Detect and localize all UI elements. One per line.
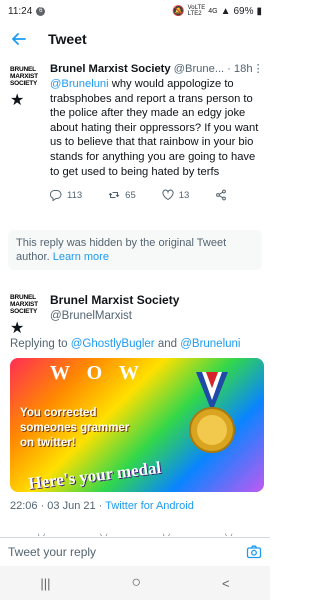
focus-tweet: BRUNEL MARXIST SOCIETY ★ Brunel Marxist So… xyxy=(0,290,270,512)
system-nav-bar: ||| ○ < xyxy=(0,566,270,600)
avatar[interactable]: BRUNEL MARXIST SOCIETY ★ xyxy=(10,66,46,109)
back-button[interactable]: < xyxy=(222,576,230,591)
author-handle[interactable]: @BrunelMarxist xyxy=(50,310,260,322)
heart-icon xyxy=(162,189,174,201)
battery-percent: 69% xyxy=(233,5,254,17)
reply-input[interactable]: Tweet your reply xyxy=(8,545,96,559)
tweet-time[interactable]: 18h xyxy=(234,63,253,75)
timestamp: 22:06 · 03 Jun 21 · xyxy=(10,500,106,512)
page-title: Tweet xyxy=(48,31,87,47)
share-icon[interactable]: ◡ xyxy=(225,528,233,536)
network-gen-label: 4G xyxy=(208,7,218,15)
star-icon: ★ xyxy=(10,320,25,337)
source-link[interactable]: Twitter for Android xyxy=(105,500,194,512)
status-bar: 11:24 6 🔕 VoLTE LTE2 4G ▲ 69% ▮ xyxy=(0,0,270,22)
image-caption: You corrected someones grammer on twitte… xyxy=(20,407,130,449)
retweet-icon xyxy=(108,192,120,199)
heart-icon[interactable]: ◡ xyxy=(162,528,170,536)
home-button[interactable]: ○ xyxy=(131,574,141,592)
retweet-button[interactable]: 65 xyxy=(108,189,136,201)
reply-tweet[interactable]: BRUNEL MARXIST SOCIETY ★ Brunel Marxist So… xyxy=(0,58,270,202)
like-count: 13 xyxy=(178,189,190,201)
author-handle[interactable]: @Brune... xyxy=(174,63,225,75)
share-icon xyxy=(216,189,227,201)
author-name[interactable]: Brunel Marxist Society xyxy=(50,63,171,75)
star-icon: ★ xyxy=(10,92,25,109)
mention-link[interactable]: @Bruneluni xyxy=(180,338,240,350)
partial-action-bar: ◡ ◡ ◡ ◡ xyxy=(10,528,260,536)
mute-icon: 🔕 xyxy=(172,5,185,17)
replying-to: Replying to @GhostlyBugler and @Brunelun… xyxy=(10,338,241,350)
medal-icon xyxy=(189,372,235,453)
separator-dot: · xyxy=(227,62,231,75)
mention-link[interactable]: @Bruneluni xyxy=(50,78,109,90)
reply-icon xyxy=(50,190,62,202)
author-name[interactable]: Brunel Marxist Society xyxy=(50,293,260,307)
image-medal-text: Here's your medal xyxy=(27,457,163,492)
status-time: 11:24 xyxy=(8,5,33,17)
image-wow-text: W O W xyxy=(50,362,145,384)
back-arrow-icon[interactable] xyxy=(8,28,30,50)
tweet-image[interactable]: W O W You corrected someones grammer on … xyxy=(10,358,264,492)
notification-badge: 6 xyxy=(36,6,46,16)
retweet-count: 65 xyxy=(125,189,136,201)
hidden-reply-notice: This reply was hidden by the original Tw… xyxy=(8,230,262,270)
tweet-text: @Bruneluni why would appologize to trabs… xyxy=(50,78,259,178)
reply-composer[interactable]: Tweet your reply xyxy=(0,537,270,566)
action-bar: 113 65 13 xyxy=(50,189,264,202)
retweet-icon[interactable]: ◡ xyxy=(100,528,108,536)
tweet-meta: 22:06 · 03 Jun 21 · Twitter for Android xyxy=(10,500,260,512)
battery-icon: ▮ xyxy=(256,5,262,17)
share-button[interactable] xyxy=(215,189,227,201)
camera-icon[interactable] xyxy=(246,544,262,560)
reply-count: 113 xyxy=(67,189,83,201)
reply-button[interactable]: 113 xyxy=(50,189,83,202)
signal-icon: ▲ xyxy=(220,5,231,17)
society-logo: BRUNEL MARXIST SOCIETY xyxy=(10,66,38,87)
recents-button[interactable]: ||| xyxy=(40,576,50,591)
like-button[interactable]: 13 xyxy=(162,189,190,201)
mention-link[interactable]: @GhostlyBugler xyxy=(71,338,155,350)
more-options-icon[interactable]: ⋮ xyxy=(253,62,264,75)
learn-more-link[interactable]: Learn more xyxy=(53,251,109,263)
volte-label: VoLTE LTE2 xyxy=(187,5,206,17)
society-logo: BRUNEL MARXIST SOCIETY xyxy=(10,294,38,315)
reply-icon[interactable]: ◡ xyxy=(37,528,45,536)
app-bar: Tweet xyxy=(0,22,270,56)
avatar[interactable]: BRUNEL MARXIST SOCIETY ★ xyxy=(10,294,46,337)
